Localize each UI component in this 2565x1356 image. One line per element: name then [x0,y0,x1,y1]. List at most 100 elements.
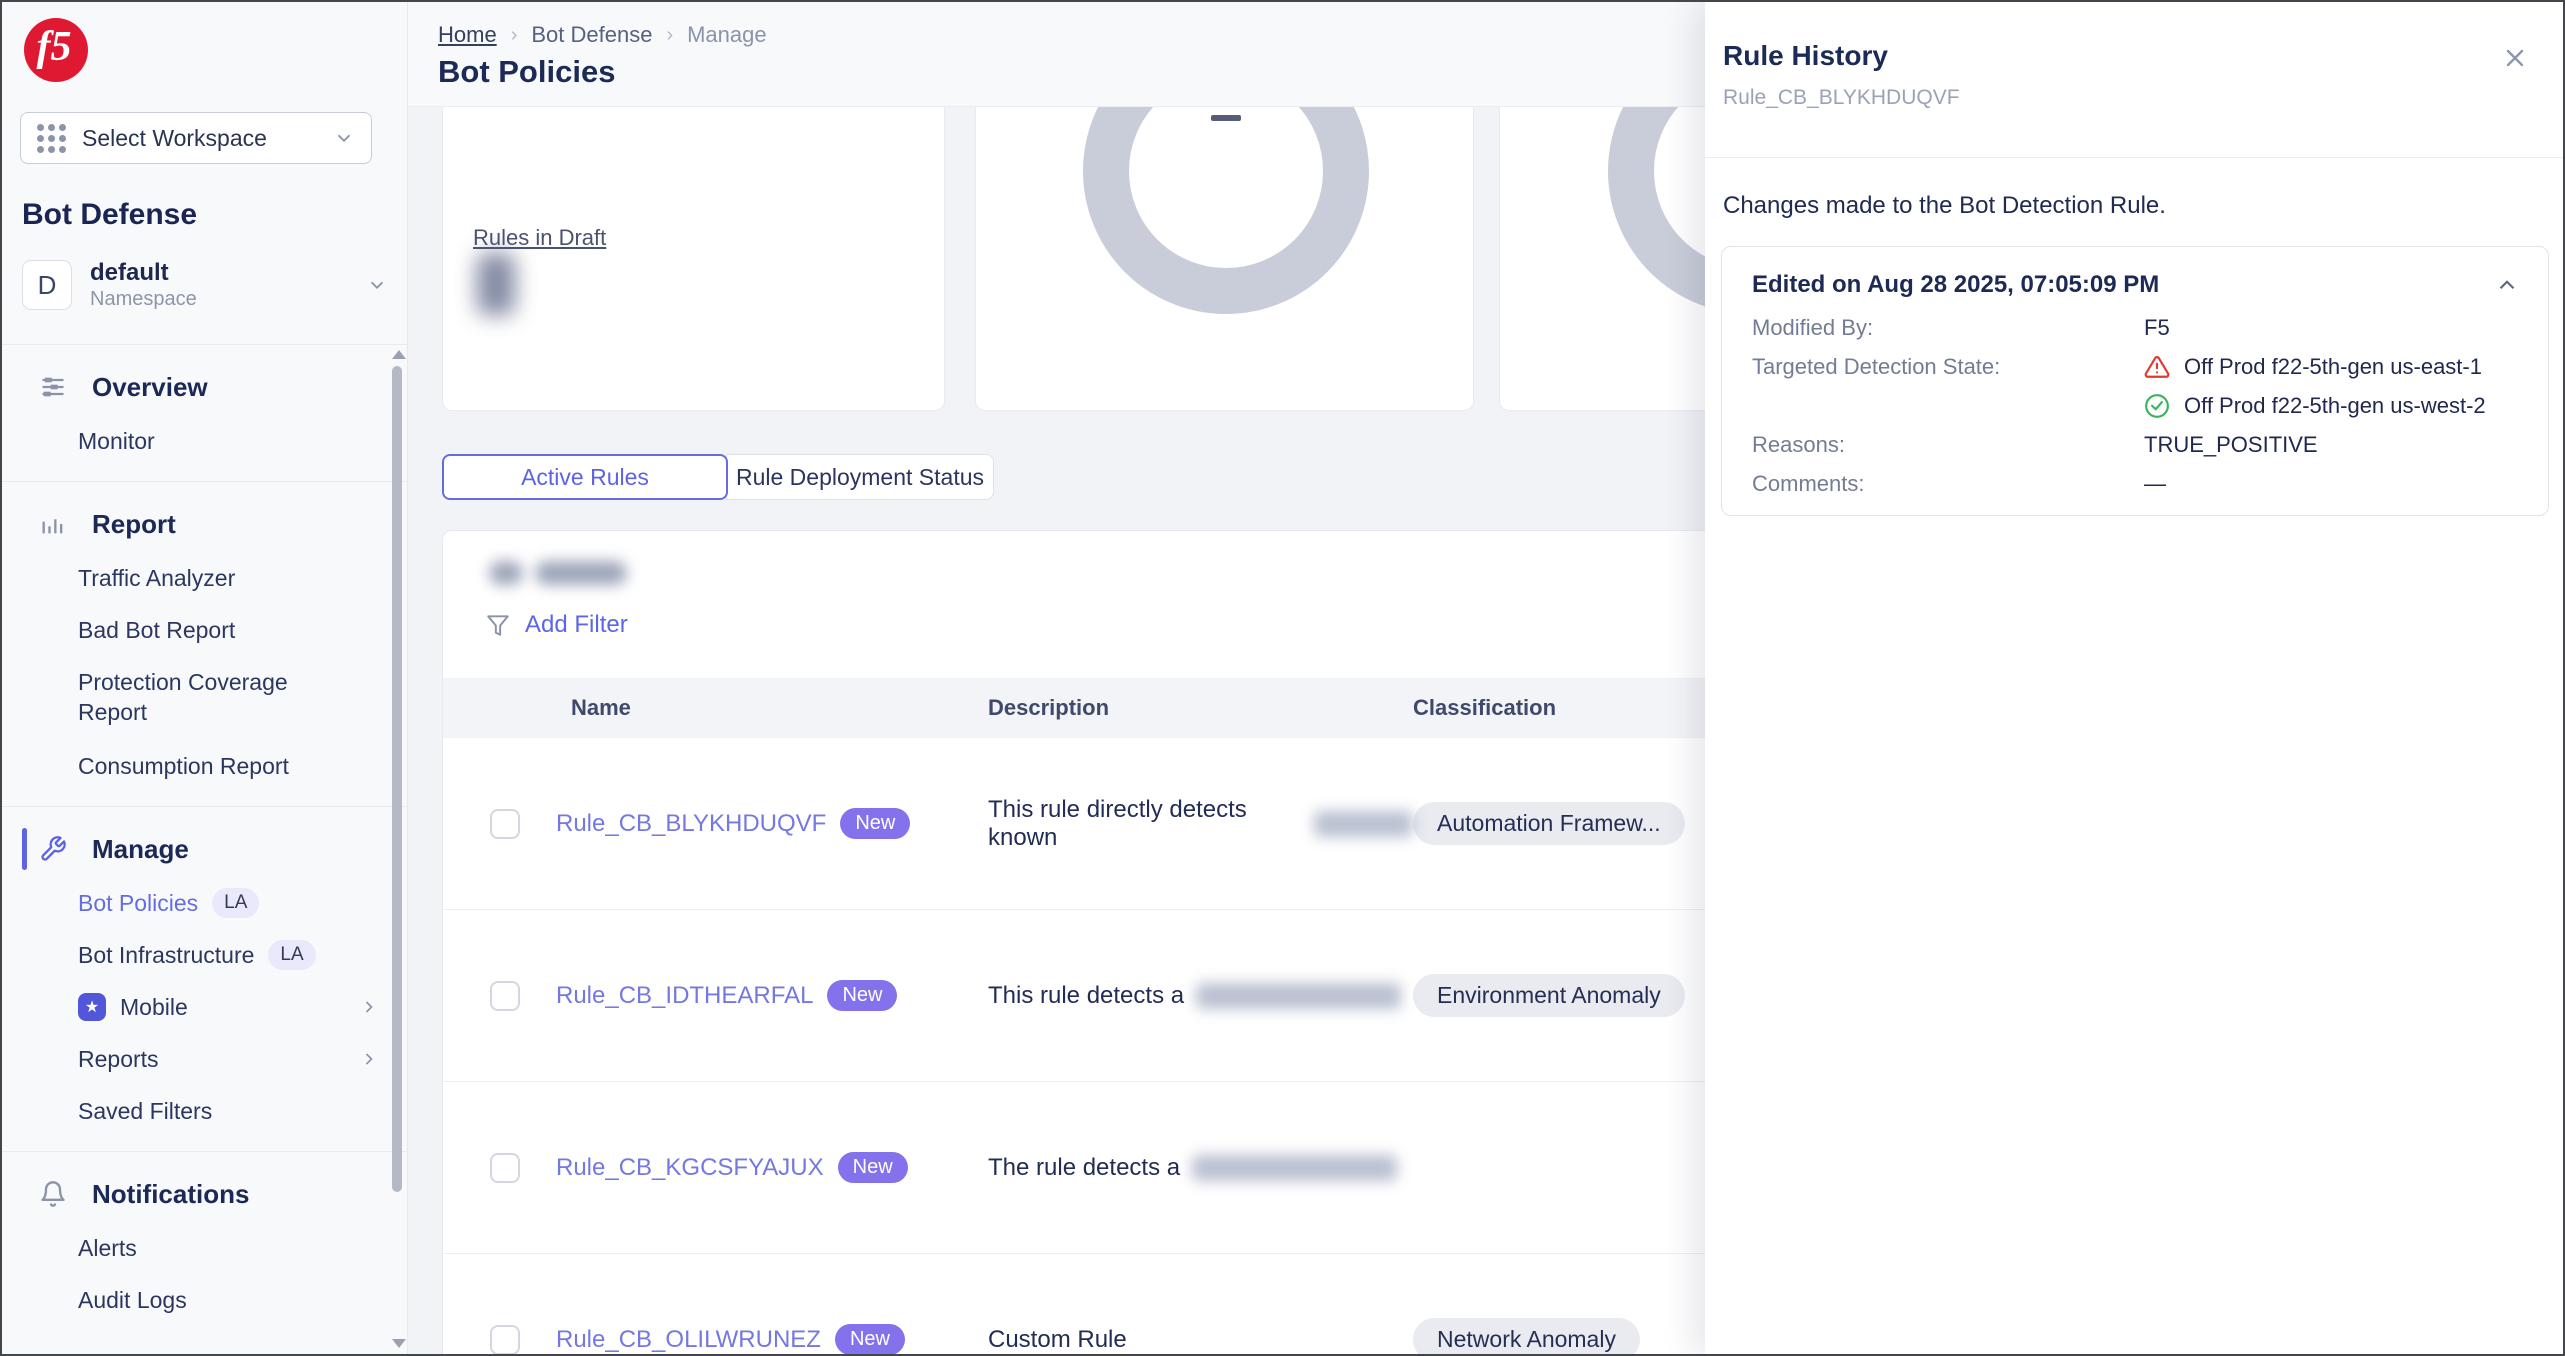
bell-icon [38,1180,68,1208]
reasons-value: TRUE_POSITIVE [2144,432,2528,458]
sidebar-item-mobile[interactable]: ★ Mobile [2,981,407,1033]
nav-item-label: Bad Bot Report [78,617,235,644]
nav-item-label: Traffic Analyzer [78,565,235,592]
sidebar-item-protection-coverage-report[interactable]: Protection Coverage Report [2,656,407,740]
namespace-selector[interactable]: D default Namespace [22,254,388,316]
page-title: Bot Policies [438,54,615,90]
row-checkbox[interactable] [490,809,520,839]
chevron-down-icon [366,274,388,296]
classification-pill: Network Anomaly [1413,1318,1640,1356]
sidebar-item-notifications[interactable]: Notifications [2,1166,407,1222]
sidebar-item-reports[interactable]: Reports [2,1033,407,1085]
rule-description: This rule directly detects known [988,796,1302,852]
tab-active-rules[interactable]: Active Rules [442,454,728,500]
sidebar-item-monitor[interactable]: Monitor [2,415,407,467]
chevron-right-icon: › [666,24,673,47]
donut-chart-card [975,107,1474,411]
history-entry-details: Modified By: F5 Targeted Detection State… [1722,299,2548,497]
la-badge: LA [212,888,259,918]
close-icon[interactable] [2501,44,2529,72]
sidebar-scrollbar[interactable] [389,344,405,1354]
column-header-name: Name [556,695,988,721]
scrollbar-thumb[interactable] [392,366,402,1192]
nav-heading-label: Report [92,509,176,540]
nav-item-label: Consumption Report [78,753,289,780]
rule-link[interactable]: Rule_CB_IDTHEARFAL [556,982,813,1010]
overview-icon [38,373,68,401]
rule-link[interactable]: Rule_CB_BLYKHDUQVF [556,810,826,838]
row-checkbox[interactable] [490,1153,520,1183]
scroll-down-arrow-icon[interactable] [392,1339,406,1348]
chevron-right-icon [359,997,379,1017]
nav-item-label: Saved Filters [78,1098,212,1125]
panel-divider [1705,157,2565,158]
classification-pill: Automation Framew... [1413,802,1685,845]
nav-section-notifications: Notifications Alerts Audit Logs [2,1152,407,1340]
modified-by-label: Modified By: [1752,315,2144,341]
nav-heading-label: Manage [92,834,189,865]
sidebar-item-traffic-analyzer[interactable]: Traffic Analyzer [2,552,407,604]
rule-link[interactable]: Rule_CB_OLILWRUNEZ [556,1326,821,1354]
sidebar-item-overview[interactable]: Overview [2,359,407,415]
targeted-detection-state-2: Off Prod f22-5th-gen us-west-2 [2144,393,2528,419]
items-count-redacted [489,561,627,585]
funnel-icon [485,612,511,638]
sidebar-item-consumption-report[interactable]: Consumption Report [2,740,407,792]
namespace-avatar: D [22,260,72,310]
product-title: Bot Defense [22,198,197,232]
sidebar-item-manage[interactable]: Manage [2,821,407,877]
rules-in-draft-value-redacted [477,253,515,315]
comments-label: Comments: [1752,471,2144,497]
nav-section-report: Report Traffic Analyzer Bad Bot Report P… [2,482,407,807]
add-filter-label: Add Filter [525,611,628,639]
history-entry-card: Edited on Aug 28 2025, 07:05:09 PM Modif… [1721,246,2549,516]
nav-section-manage: Manage Bot Policies LA Bot Infrastructur… [2,807,407,1152]
nav-item-label: Audit Logs [78,1287,187,1314]
nav-heading-label: Notifications [92,1179,249,1210]
bar-chart-icon [38,510,68,538]
add-filter-button[interactable]: Add Filter [485,611,628,639]
sidebar-item-bot-policies[interactable]: Bot Policies LA [2,877,407,929]
breadcrumb-bot-defense[interactable]: Bot Defense [531,22,652,48]
sidebar-item-audit-logs[interactable]: Audit Logs [2,1274,407,1326]
workspace-selector-label: Select Workspace [82,125,267,152]
modified-by-value: F5 [2144,315,2528,341]
spacer [1752,393,2144,419]
state-text: Off Prod f22-5th-gen us-east-1 [2184,354,2482,380]
targeted-detection-state-label: Targeted Detection State: [1752,354,2144,380]
nav-section-overview: Overview Monitor [2,345,407,482]
description-redacted [1314,811,1413,837]
chevron-down-icon [333,127,355,149]
panel-subtitle: Rule_CB_BLYKHDUQVF [1723,86,1960,110]
new-badge: New [835,1324,905,1355]
breadcrumb-home[interactable]: Home [438,22,497,48]
sidebar-item-bad-bot-report[interactable]: Bad Bot Report [2,604,407,656]
nav-item-label: Bot Policies [78,890,198,917]
new-badge: New [827,980,897,1011]
f5-logo-text: f5 [37,23,72,71]
row-checkbox[interactable] [490,1325,520,1355]
workspace-selector[interactable]: Select Workspace [20,112,372,164]
rules-in-draft-card: Rules in Draft [442,107,945,411]
rules-in-draft-link[interactable]: Rules in Draft [473,225,606,251]
nav-heading-label: Overview [92,372,208,403]
sidebar-item-report[interactable]: Report [2,496,407,552]
rule-history-panel: Rule History Rule_CB_BLYKHDUQVF Changes … [1705,2,2565,1354]
rule-description: This rule detects a [988,982,1184,1010]
scroll-up-arrow-icon[interactable] [392,350,406,359]
description-redacted [1196,983,1401,1009]
row-checkbox[interactable] [490,981,520,1011]
wrench-icon [38,835,68,863]
tab-rule-deployment-status[interactable]: Rule Deployment Status [726,454,994,500]
sidebar-item-saved-filters[interactable]: Saved Filters [2,1085,407,1137]
sidebar: f5 Select Workspace Bot Defense D defaul… [2,2,408,1354]
chevron-up-icon[interactable] [2494,272,2520,298]
panel-description: Changes made to the Bot Detection Rule. [1723,192,2166,220]
new-badge: New [838,1152,908,1183]
f5-logo[interactable]: f5 [24,18,88,82]
sidebar-item-bot-infrastructure[interactable]: Bot Infrastructure LA [2,929,407,981]
rule-link[interactable]: Rule_CB_KGCSFYAJUX [556,1154,824,1182]
sidebar-item-alerts[interactable]: Alerts [2,1222,407,1274]
column-header-description: Description [988,695,1413,721]
history-entry-header[interactable]: Edited on Aug 28 2025, 07:05:09 PM [1722,247,2548,299]
